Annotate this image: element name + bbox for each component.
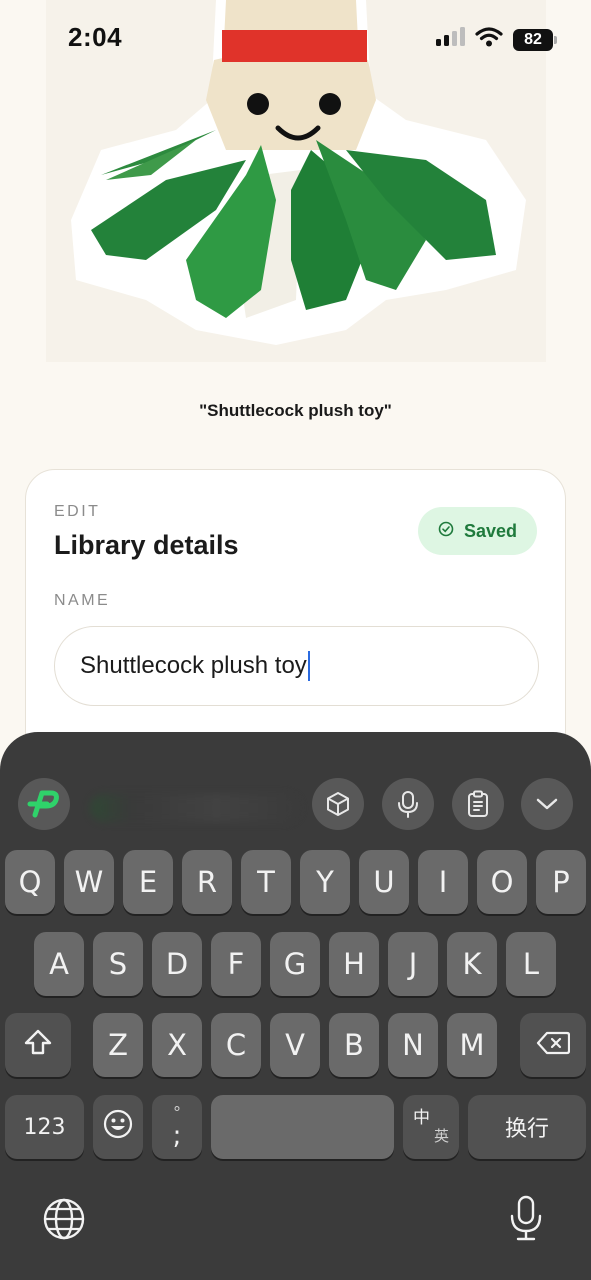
- on-screen-keyboard: Q W E R T Y U I O P A S D F G H J K L Z …: [0, 732, 591, 1280]
- dictation-mic-icon[interactable]: [508, 1195, 544, 1246]
- artwork-caption: "Shuttlecock plush toy": [199, 401, 392, 420]
- key-n[interactable]: N: [388, 1013, 438, 1077]
- key-j[interactable]: J: [388, 932, 438, 996]
- key-h[interactable]: H: [329, 932, 379, 996]
- blurred-suggestion: [90, 794, 300, 822]
- key-s[interactable]: S: [93, 932, 143, 996]
- key-v[interactable]: V: [270, 1013, 320, 1077]
- language-switch-key[interactable]: 中 英: [403, 1095, 459, 1159]
- key-l[interactable]: L: [506, 932, 556, 996]
- emoji-key[interactable]: [93, 1095, 143, 1159]
- check-circle-icon: [438, 521, 454, 542]
- cube-icon[interactable]: [312, 778, 364, 830]
- key-i[interactable]: I: [418, 850, 468, 914]
- saved-status-badge: Saved: [417, 507, 537, 555]
- key-a[interactable]: A: [34, 932, 84, 996]
- key-m[interactable]: M: [447, 1013, 497, 1077]
- numbers-key[interactable]: 123: [5, 1095, 84, 1159]
- key-r[interactable]: R: [182, 850, 232, 914]
- battery-indicator: 82: [513, 28, 557, 51]
- key-t[interactable]: T: [241, 850, 291, 914]
- key-q[interactable]: Q: [5, 850, 55, 914]
- cellular-signal-icon: [435, 27, 465, 52]
- punct-bottom: ;: [172, 1121, 182, 1151]
- key-o[interactable]: O: [477, 850, 527, 914]
- key-e[interactable]: E: [123, 850, 173, 914]
- app-logo-icon[interactable]: [18, 778, 70, 830]
- key-k[interactable]: K: [447, 932, 497, 996]
- punctuation-key[interactable]: ° ;: [152, 1095, 202, 1159]
- space-bar[interactable]: [211, 1095, 394, 1159]
- status-icons: 82: [435, 27, 557, 52]
- keyboard-toolbar: [0, 732, 591, 842]
- edit-eyebrow: EDIT: [54, 503, 101, 520]
- mic-icon[interactable]: [382, 778, 434, 830]
- status-bar: 2:04 82: [0, 0, 591, 80]
- emoji-icon: [102, 1108, 134, 1147]
- key-y[interactable]: Y: [300, 850, 350, 914]
- key-d[interactable]: D: [152, 932, 202, 996]
- key-b[interactable]: B: [329, 1013, 379, 1077]
- lang-bottom: 英: [433, 1127, 449, 1145]
- key-z[interactable]: Z: [93, 1013, 143, 1077]
- backspace-icon: [536, 1028, 571, 1062]
- punct-top: °: [173, 1103, 181, 1122]
- key-g[interactable]: G: [270, 932, 320, 996]
- key-w[interactable]: W: [64, 850, 114, 914]
- chevron-down-icon[interactable]: [521, 778, 573, 830]
- key-u[interactable]: U: [359, 850, 409, 914]
- name-input-value: Shuttlecock plush toy: [80, 652, 307, 679]
- shift-key[interactable]: [5, 1013, 71, 1077]
- clipboard-icon[interactable]: [452, 778, 504, 830]
- return-key[interactable]: 换行: [468, 1095, 586, 1159]
- card-title: Library details: [54, 530, 239, 560]
- wifi-icon: [475, 27, 503, 52]
- saved-label: Saved: [463, 520, 517, 541]
- name-field-label: NAME: [54, 592, 111, 609]
- backspace-key[interactable]: [520, 1013, 586, 1077]
- name-input[interactable]: Shuttlecock plush toy: [54, 626, 539, 706]
- key-f[interactable]: F: [211, 932, 261, 996]
- status-time: 2:04: [68, 22, 123, 52]
- key-x[interactable]: X: [152, 1013, 202, 1077]
- key-p[interactable]: P: [536, 850, 586, 914]
- text-caret: [307, 651, 310, 681]
- lang-top: 中: [413, 1108, 430, 1128]
- shift-arrow-icon: [23, 1028, 53, 1063]
- key-c[interactable]: C: [211, 1013, 261, 1077]
- globe-icon[interactable]: [42, 1197, 86, 1246]
